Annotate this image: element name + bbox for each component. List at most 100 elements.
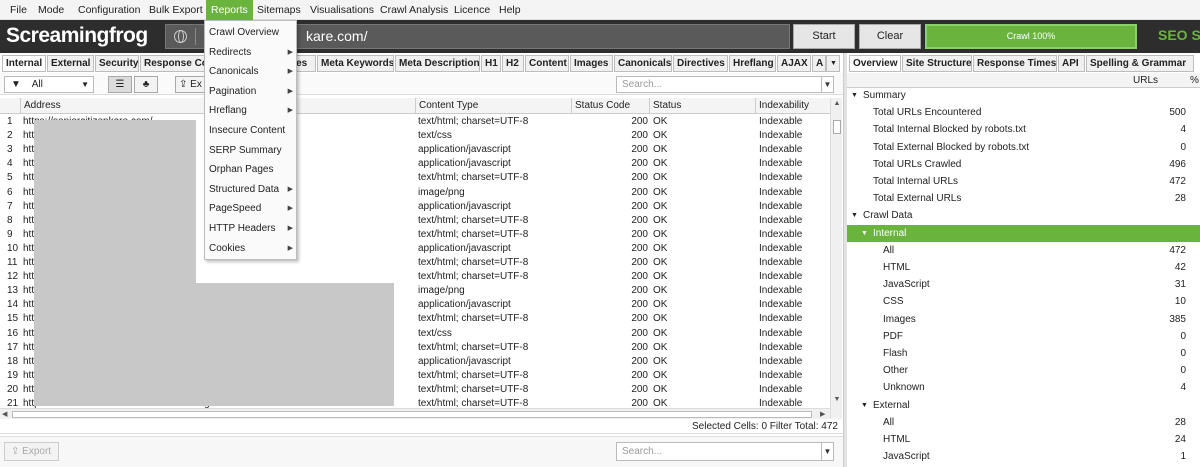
cell-content-type: text/html; charset=UTF-8 [418,313,529,325]
overview-row[interactable]: CSS 10 [847,293,1200,310]
overview-row[interactable]: Total Internal URLs 472 [847,173,1200,190]
overview-row[interactable]: ▼ Internal [847,224,1200,242]
reports-menu-item-orphan-pages[interactable]: Orphan Pages [205,160,296,179]
reports-menu-item-serp-summary[interactable]: SERP Summary [205,141,296,160]
tab-response-times[interactable]: Response Times [973,55,1057,72]
filter-dropdown[interactable]: ▼ All ▼ [4,76,94,93]
scroll-down-icon[interactable]: ▼ [831,396,843,403]
start-button[interactable]: Start [793,24,855,49]
overview-row[interactable]: Unknown 4 [847,379,1200,396]
cell-status: OK [653,144,668,156]
menu-crawl-analysis[interactable]: Crawl Analysis [380,0,448,20]
overview-count: 472 [1169,244,1186,256]
chevron-down-icon[interactable]: ▼ [821,443,833,460]
tab-h2[interactable]: H2 [502,55,524,72]
reports-menu-item-cookies[interactable]: Cookies ▶ [205,239,296,258]
overview-count: 1 [1180,451,1186,463]
tabs-overflow-icon[interactable]: ▼ [826,55,840,72]
scroll-up-icon[interactable]: ▲ [831,100,843,107]
overview-row[interactable]: ▼ Summary [847,87,1200,104]
tab-overview[interactable]: Overview [849,55,901,72]
tab-response-co[interactable]: Response Co [140,55,210,72]
overview-row[interactable]: Total External Blocked by robots.txt 0 [847,139,1200,156]
overview-row[interactable]: Other 0 [847,362,1200,379]
menu-help[interactable]: Help [499,0,521,20]
grid-horizontal-scrollbar[interactable]: ◀ ▶ [0,408,830,419]
reports-menu-item-hreflang[interactable]: Hreflang ▶ [205,101,296,120]
cell-content-type: text/html; charset=UTF-8 [418,257,529,268]
menu-sitemaps[interactable]: Sitemaps [257,0,301,20]
overview-row[interactable]: All 472 [847,242,1200,259]
menu-licence[interactable]: Licence [454,0,490,20]
expand-toggle-icon[interactable]: ▼ [851,87,858,104]
grid-vertical-scrollbar[interactable]: ▲ ▼ [830,98,842,420]
tab-hreflang[interactable]: Hreflang [729,55,776,72]
row-number: 14 [7,299,19,311]
tab-spelling-grammar[interactable]: Spelling & Grammar [1086,55,1194,72]
reports-menu-item-redirects[interactable]: Redirects ▶ [205,43,296,62]
menu-bulk-export[interactable]: Bulk Export [149,0,203,20]
overview-row[interactable]: Flash 0 [847,345,1200,362]
submenu-arrow-icon: ▶ [287,87,293,95]
export-button[interactable]: ⇪ Ex [175,76,205,93]
overview-row[interactable]: Total URLs Crawled 496 [847,156,1200,173]
clear-button[interactable]: Clear [859,24,921,49]
tab-a[interactable]: A [812,55,826,72]
expand-toggle-icon[interactable]: ▼ [861,225,868,242]
overview-row[interactable]: HTML 24 [847,431,1200,448]
overview-row[interactable]: Total URLs Encountered 500 [847,104,1200,121]
tab-canonicals[interactable]: Canonicals [614,55,672,72]
overview-row[interactable]: JavaScript 31 [847,276,1200,293]
reports-menu-item-crawl-overview[interactable]: Crawl Overview [205,23,296,42]
tab-meta-keywords[interactable]: Meta Keywords [317,55,394,72]
cell-indexability: Indexable [759,383,803,395]
scroll-thumb[interactable] [833,120,841,134]
column-header-indexability[interactable]: Indexability [755,98,830,114]
tab-site-structure[interactable]: Site Structure [902,55,972,72]
reports-menu-item-structured-data[interactable]: Structured Data ▶ [205,180,296,199]
tab-h1[interactable]: H1 [481,55,501,72]
overview-row[interactable]: Images 385 [847,311,1200,328]
bottom-export-button[interactable]: ⇪ Export [4,442,59,461]
overview-row[interactable]: JavaScript 1 [847,448,1200,465]
tab-meta-description[interactable]: Meta Description [395,55,480,72]
tab-internal[interactable]: Internal [2,55,46,72]
search-input[interactable]: Search... ▼ [616,76,834,93]
expand-toggle-icon[interactable]: ▼ [861,397,868,414]
tab-content[interactable]: Content [525,55,569,72]
overview-row[interactable]: Total Internal Blocked by robots.txt 4 [847,121,1200,138]
tab-ajax[interactable]: AJAX [777,55,811,72]
reports-menu-item-canonicals[interactable]: Canonicals ▶ [205,62,296,81]
column-header-status-code[interactable]: Status Code [571,98,649,114]
tab-directives[interactable]: Directives [673,55,728,72]
scroll-thumb[interactable] [12,411,812,418]
tab-api[interactable]: API [1058,55,1085,72]
overview-row[interactable]: Total External URLs 28 [847,190,1200,207]
column-header-content-type[interactable]: Content Type [415,98,571,114]
reports-menu-item-insecure-content[interactable]: Insecure Content [205,121,296,140]
reports-menu-item-pagination[interactable]: Pagination ▶ [205,82,296,101]
overview-row[interactable]: All 28 [847,414,1200,431]
tab-security[interactable]: Security [95,55,139,72]
menu-item-label: Orphan Pages [209,164,274,176]
overview-row[interactable]: ▼ Crawl Data [847,207,1200,224]
menu-visualisations[interactable]: Visualisations [310,0,374,20]
expand-toggle-icon[interactable]: ▼ [851,207,858,224]
overview-row[interactable]: ▼ External [847,397,1200,414]
tab-external[interactable]: External [47,55,94,72]
cell-status-code: 200 [631,313,648,325]
tree-view-button[interactable]: ♣ [134,76,158,93]
overview-row[interactable]: PDF 0 [847,328,1200,345]
list-view-button[interactable]: ☰ [108,76,132,93]
bottom-search-input[interactable]: Search... ▼ [616,442,834,461]
menu-reports[interactable]: Reports [206,0,253,20]
menu-mode[interactable]: Mode [38,0,64,20]
menu-file[interactable]: File [10,0,27,20]
reports-menu-item-pagespeed[interactable]: PageSpeed ▶ [205,199,296,218]
overview-row[interactable]: HTML 42 [847,259,1200,276]
reports-menu-item-http-headers[interactable]: HTTP Headers ▶ [205,219,296,238]
column-header-status[interactable]: Status [649,98,755,114]
tab-images[interactable]: Images [570,55,613,72]
menu-configuration[interactable]: Configuration [78,0,140,20]
chevron-down-icon[interactable]: ▼ [821,77,833,92]
